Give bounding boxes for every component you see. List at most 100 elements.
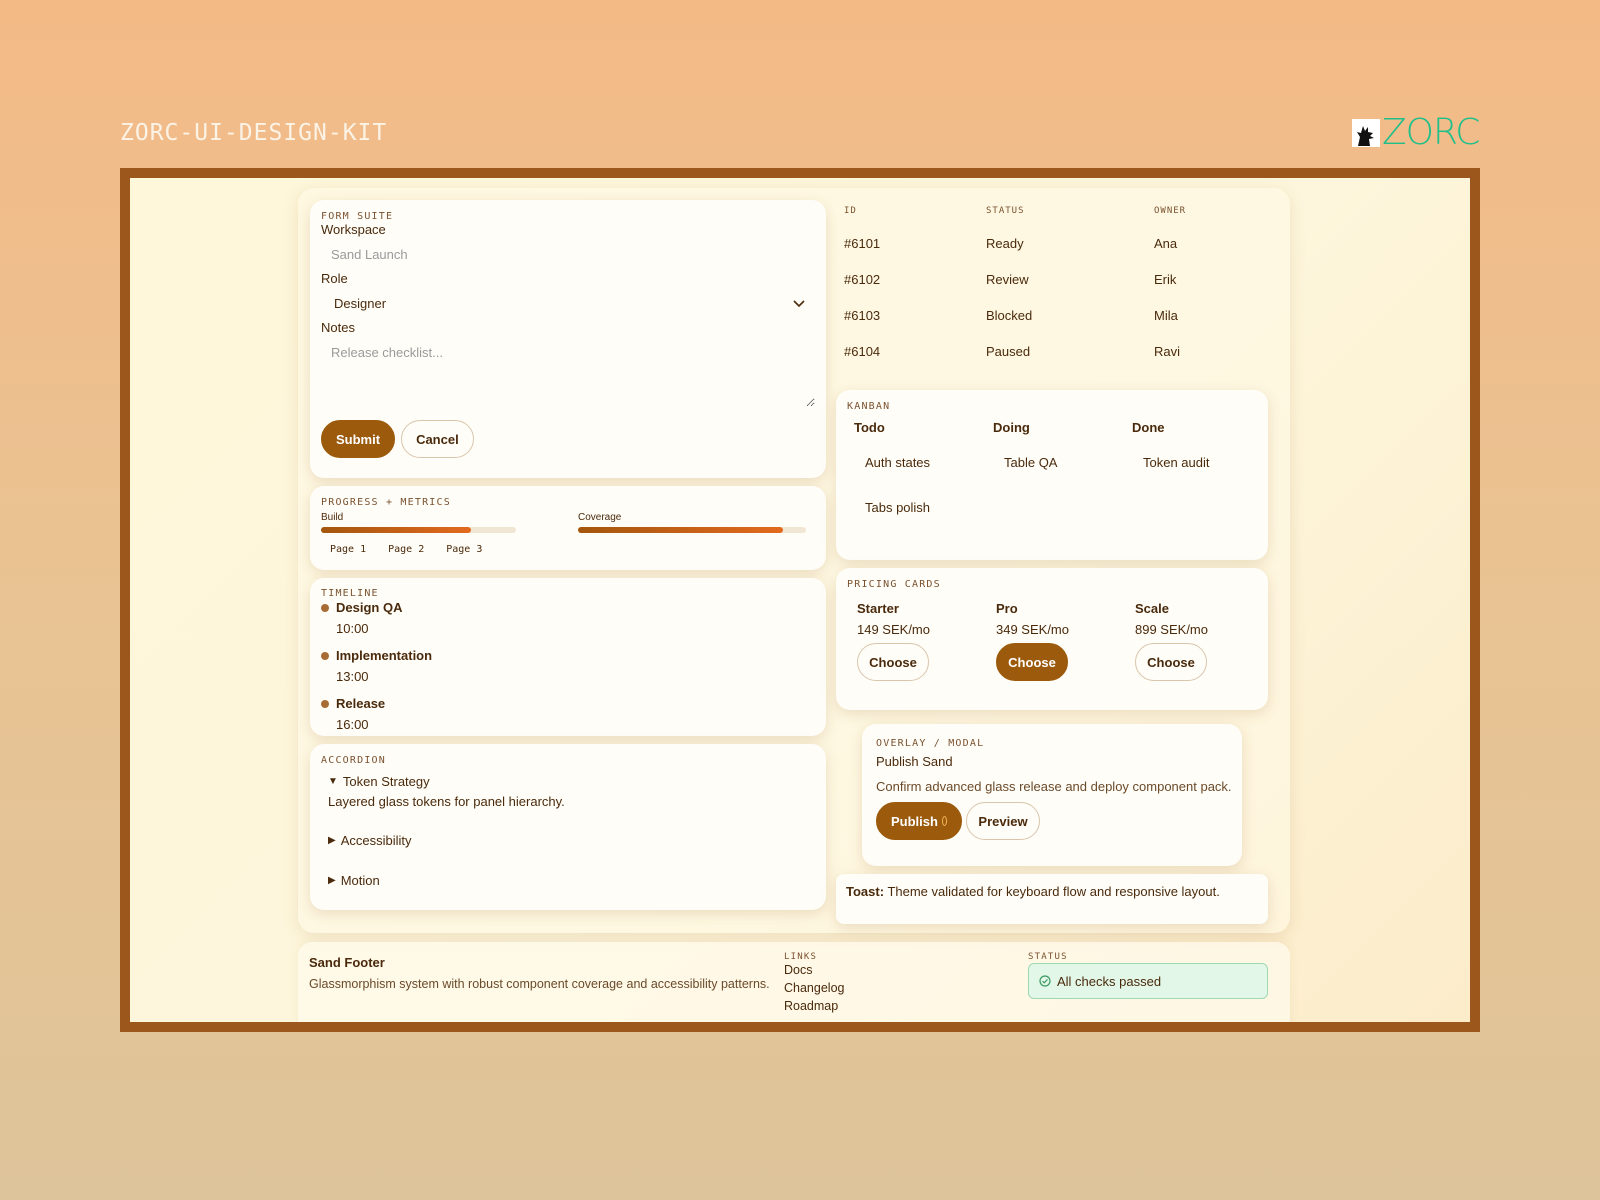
accordion-item-token-strategy[interactable]: ▼ Token Strategy: [328, 774, 430, 789]
cell-owner: Ravi: [1154, 344, 1181, 359]
kit-title: ZORC-UI-DESIGN-KIT: [120, 120, 388, 146]
timeline-item-time: 13:00: [336, 669, 369, 684]
link-changelog[interactable]: Changelog: [784, 981, 844, 995]
kanban-column-title: Doing: [993, 420, 1030, 435]
timeline-dot: [321, 700, 329, 708]
kanban-column-todo: Todo Auth states Tabs polish: [854, 420, 984, 515]
role-select[interactable]: Designer: [321, 288, 815, 318]
timeline-item-time: 16:00: [336, 717, 369, 732]
timeline-label: TIMELINE: [321, 588, 379, 599]
plan-name: Scale: [1135, 601, 1169, 616]
modal-label: OVERLAY / MODAL: [876, 738, 985, 749]
cell-id: #6102: [844, 272, 881, 287]
cell-id: #6103: [844, 308, 881, 323]
table-row[interactable]: #6101 Ready Ana: [844, 226, 1264, 262]
table-header-row: ID STATUS OWNER: [844, 206, 1264, 226]
kanban-card: KANBAN Todo Auth states Tabs polish Doin…: [836, 390, 1268, 560]
submit-button[interactable]: Submit: [321, 420, 396, 458]
modal-title: Publish Sand: [876, 754, 953, 769]
form-suite-card: FORM SUITE Workspace Role Designer Notes…: [310, 200, 826, 478]
role-label: Role: [321, 271, 348, 286]
cell-status: Ready: [986, 236, 1024, 251]
timeline-item-time: 10:00: [336, 621, 369, 636]
accordion-card: ACCORDION ▼ Token Strategy Layered glass…: [310, 744, 826, 910]
toast-message: Theme validated for keyboard flow and re…: [887, 884, 1220, 899]
choose-starter-button[interactable]: Choose: [857, 643, 929, 681]
cell-status: Paused: [986, 344, 1031, 359]
workspace-input[interactable]: [321, 239, 815, 269]
choose-pro-button[interactable]: Choose: [996, 643, 1068, 681]
kanban-column-doing: Doing Table QA: [993, 420, 1123, 470]
plan-price: 349 SEK/mo: [996, 622, 1069, 637]
pricing-card: PRICING CARDS Starter 149 SEK/mo Choose …: [836, 568, 1268, 710]
toast: Toast: Theme validated for keyboard flow…: [836, 874, 1268, 924]
page-1-link[interactable]: Page 1: [330, 544, 366, 555]
check-circle-icon: [1039, 975, 1051, 987]
pricing-label: PRICING CARDS: [847, 579, 941, 590]
cancel-button[interactable]: Cancel: [401, 420, 474, 458]
plan-name: Starter: [857, 601, 899, 616]
publish-button-label: Publish: [891, 813, 938, 829]
timeline-item-title: Design QA: [336, 600, 403, 615]
accordion-item-accessibility[interactable]: ▶ Accessibility: [328, 833, 412, 848]
table-row[interactable]: #6102 Review Erik: [844, 262, 1264, 298]
links-label: LINKS: [784, 952, 818, 962]
chevron-down-icon: [793, 296, 805, 311]
table-row[interactable]: #6104 Paused Ravi: [844, 334, 1264, 370]
pagination: Page 1 Page 2 Page 3: [330, 544, 482, 555]
data-table: ID STATUS OWNER #6101 Ready Ana #6102 Re…: [844, 206, 1264, 370]
timeline-dot: [321, 652, 329, 660]
publish-modal: OVERLAY / MODAL Publish Sand Confirm adv…: [862, 724, 1242, 866]
timeline-item: Implementation 13:00: [321, 648, 432, 684]
column-header-status: STATUS: [986, 206, 1025, 216]
wolf-icon: [1352, 119, 1380, 147]
kanban-card-item[interactable]: Table QA: [1004, 455, 1123, 470]
kanban-card-item[interactable]: Tabs polish: [865, 500, 984, 515]
cell-owner: Erik: [1154, 272, 1177, 287]
page-2-link[interactable]: Page 2: [388, 544, 424, 555]
build-progress-bar: [321, 527, 516, 533]
plan-price: 149 SEK/mo: [857, 622, 930, 637]
caret-down-icon: ▼: [328, 776, 338, 787]
link-docs[interactable]: Docs: [784, 963, 844, 977]
coverage-label: Coverage: [578, 512, 622, 523]
timeline-item: Release 16:00: [321, 696, 432, 732]
footer: Sand Footer Glassmorphism system with ro…: [298, 942, 1290, 1022]
kanban-card-item[interactable]: Auth states: [865, 455, 984, 470]
plan-scale: Scale 899 SEK/mo Choose: [1135, 601, 1255, 681]
accordion-item-motion[interactable]: ▶ Motion: [328, 873, 380, 888]
coverage-metric: Coverage: [578, 512, 806, 533]
preview-button[interactable]: Preview: [966, 802, 1040, 840]
spinner-icon: [941, 816, 947, 826]
column-header-owner: OWNER: [1154, 206, 1187, 216]
timeline-item-title: Release: [336, 696, 386, 711]
footer-title: Sand Footer: [309, 955, 385, 970]
plan-name: Pro: [996, 601, 1018, 616]
choose-scale-button[interactable]: Choose: [1135, 643, 1207, 681]
plan-price: 899 SEK/mo: [1135, 622, 1208, 637]
accordion-item-title: Motion: [340, 873, 380, 888]
publish-button[interactable]: Publish: [876, 802, 962, 840]
link-roadmap[interactable]: Roadmap: [784, 999, 844, 1013]
page-3-link[interactable]: Page 3: [446, 544, 482, 555]
cell-owner: Ana: [1154, 236, 1178, 251]
build-metric: Build: [321, 512, 516, 533]
caret-right-icon: ▶: [328, 875, 336, 886]
status-label: STATUS: [1028, 952, 1068, 962]
caret-right-icon: ▶: [328, 835, 336, 846]
table-row[interactable]: #6103 Blocked Mila: [844, 298, 1264, 334]
device-frame: FORM SUITE Workspace Role Designer Notes…: [120, 168, 1480, 1032]
footer-description: Glassmorphism system with robust compone…: [309, 977, 770, 991]
cell-id: #6101: [844, 236, 881, 251]
coverage-progress-bar: [578, 527, 806, 533]
timeline-item-title: Implementation: [336, 648, 433, 663]
kanban-column-title: Todo: [854, 420, 885, 435]
kanban-card-item[interactable]: Token audit: [1143, 455, 1262, 470]
notes-textarea[interactable]: [321, 337, 815, 407]
timeline-card: TIMELINE Design QA 10:00 Implementation …: [310, 578, 826, 736]
build-label: Build: [321, 512, 344, 523]
accordion-item-title: Accessibility: [340, 833, 412, 848]
cell-id: #6104: [844, 344, 881, 359]
toast-prefix: Toast:: [846, 884, 885, 899]
brand-name: ZORC: [1382, 112, 1480, 153]
